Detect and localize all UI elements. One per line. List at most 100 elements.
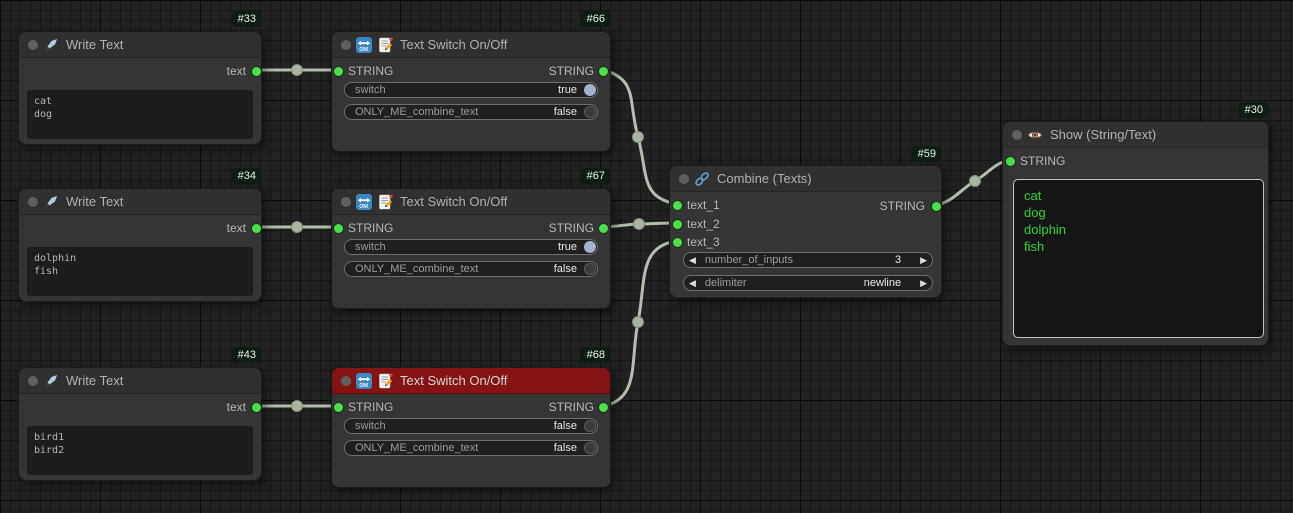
widget-value: newline (864, 277, 901, 289)
node-write-text-34[interactable]: Write Text text dolphin fish (18, 188, 262, 302)
output-label: text (227, 220, 246, 236)
collapse-dot[interactable] (1012, 130, 1022, 140)
graph-canvas[interactable]: #33 #66 #34 #67 #43 #68 #59 #30 Write Te… (0, 0, 1293, 513)
collapse-dot[interactable] (679, 174, 689, 184)
text-output-display: cat dog dolphin fish (1013, 179, 1264, 338)
output-label: STRING (549, 63, 594, 79)
widget-label: delimiter (705, 277, 864, 289)
link-dot[interactable] (634, 219, 645, 230)
output-label: STRING (549, 399, 594, 415)
node-titlebar[interactable]: Write Text (19, 368, 261, 394)
input-port[interactable] (334, 67, 343, 76)
link-dot[interactable] (292, 65, 303, 76)
output-port[interactable] (252, 224, 261, 233)
on-off-arrow-icon: ON! (356, 194, 372, 210)
widget-value: false (554, 106, 577, 118)
prev-arrow[interactable]: ◀ (689, 276, 696, 290)
link-dot[interactable] (292, 222, 303, 233)
widget-switch-toggle[interactable]: switch false (344, 418, 598, 434)
widget-label: ONLY_ME_combine_text (355, 442, 554, 454)
output-port[interactable] (599, 403, 608, 412)
pen-icon (43, 373, 59, 389)
widget-delimiter[interactable]: ◀ delimiter newline ▶ (683, 275, 933, 291)
pen-icon (43, 194, 59, 210)
collapse-dot[interactable] (28, 40, 38, 50)
input-port-text-1[interactable] (673, 201, 682, 210)
output-port[interactable] (599, 67, 608, 76)
link-dot[interactable] (292, 401, 303, 412)
node-title: Show (String/Text) (1050, 127, 1156, 142)
text-input[interactable]: cat dog (27, 90, 253, 139)
widget-only-me-toggle[interactable]: ONLY_ME_combine_text false (344, 261, 598, 277)
collapse-dot[interactable] (28, 376, 38, 386)
widget-switch-toggle[interactable]: switch true (344, 239, 598, 255)
output-port[interactable] (932, 202, 941, 211)
node-id-badge: #43 (232, 347, 262, 363)
input-label: STRING (348, 220, 393, 236)
node-title: Text Switch On/Off (400, 194, 507, 209)
memo-icon (377, 37, 393, 53)
input-port[interactable] (334, 403, 343, 412)
node-titlebar[interactable]: Show (String/Text) (1003, 122, 1268, 148)
widget-switch-toggle[interactable]: switch true (344, 82, 598, 98)
toggle-knob[interactable] (584, 442, 596, 454)
link-dot[interactable] (633, 317, 644, 328)
node-text-switch-67[interactable]: ON! Text Switch On/Off STRING STRING swi… (331, 188, 611, 309)
toggle-knob[interactable] (584, 241, 596, 253)
toggle-knob[interactable] (584, 84, 596, 96)
widget-value: false (554, 420, 577, 432)
svg-text:ON!: ON! (359, 47, 369, 53)
widget-number-of-inputs[interactable]: ◀ number_of_inputs 3 ▶ (683, 252, 933, 268)
node-titlebar[interactable]: Write Text (19, 189, 261, 215)
widget-only-me-toggle[interactable]: ONLY_ME_combine_text false (344, 104, 598, 120)
node-text-switch-66[interactable]: ON! Text Switch On/Off STRING STRING swi… (331, 31, 611, 152)
output-port[interactable] (252, 67, 261, 76)
input-port-text-3[interactable] (673, 238, 682, 247)
node-titlebar[interactable]: ON! Text Switch On/Off (332, 189, 610, 215)
node-id-badge: #30 (1239, 102, 1269, 118)
widget-value: true (558, 241, 577, 253)
output-port[interactable] (599, 224, 608, 233)
toggle-knob[interactable] (584, 106, 596, 118)
node-write-text-43[interactable]: Write Text text bird1 bird2 (18, 367, 262, 481)
memo-icon (377, 194, 393, 210)
widget-value: false (554, 442, 577, 454)
output-port[interactable] (252, 403, 261, 412)
node-combine-texts-59[interactable]: Combine (Texts) text_1 text_2 text_3 STR… (669, 165, 942, 298)
node-id-badge: #59 (912, 146, 942, 162)
input-port[interactable] (1006, 157, 1015, 166)
node-id-badge: #34 (232, 168, 262, 184)
input-label: STRING (348, 63, 393, 79)
node-text-switch-68[interactable]: ON! Text Switch On/Off STRING STRING swi… (331, 367, 611, 488)
widget-value: false (554, 263, 577, 275)
memo-icon (377, 373, 393, 389)
node-titlebar[interactable]: Combine (Texts) (670, 166, 941, 192)
collapse-dot[interactable] (341, 40, 351, 50)
node-title: Combine (Texts) (717, 171, 812, 186)
collapse-dot[interactable] (28, 197, 38, 207)
input-label: text_3 (687, 234, 720, 250)
widget-only-me-toggle[interactable]: ONLY_ME_combine_text false (344, 440, 598, 456)
toggle-knob[interactable] (584, 420, 596, 432)
input-port-text-2[interactable] (673, 220, 682, 229)
on-off-arrow-icon: ON! (356, 37, 372, 53)
next-arrow[interactable]: ▶ (920, 276, 927, 290)
input-port[interactable] (334, 224, 343, 233)
widget-label: ONLY_ME_combine_text (355, 263, 554, 275)
node-title: Text Switch On/Off (400, 37, 507, 52)
collapse-dot[interactable] (341, 197, 351, 207)
increment-arrow[interactable]: ▶ (920, 253, 927, 267)
node-write-text-33[interactable]: Write Text text cat dog (18, 31, 262, 145)
node-titlebar[interactable]: Write Text (19, 32, 261, 58)
text-input[interactable]: bird1 bird2 (27, 426, 253, 475)
toggle-knob[interactable] (584, 263, 596, 275)
link-dot[interactable] (633, 132, 644, 143)
node-show-string-text-30[interactable]: Show (String/Text) STRING cat dog dolphi… (1002, 121, 1269, 346)
decrement-arrow[interactable]: ◀ (689, 253, 696, 267)
collapse-dot[interactable] (341, 376, 351, 386)
link-dot[interactable] (970, 176, 981, 187)
widget-value: true (558, 84, 577, 96)
node-titlebar[interactable]: ON! Text Switch On/Off (332, 32, 610, 58)
text-input[interactable]: dolphin fish (27, 247, 253, 296)
node-titlebar[interactable]: ON! Text Switch On/Off (332, 368, 610, 394)
